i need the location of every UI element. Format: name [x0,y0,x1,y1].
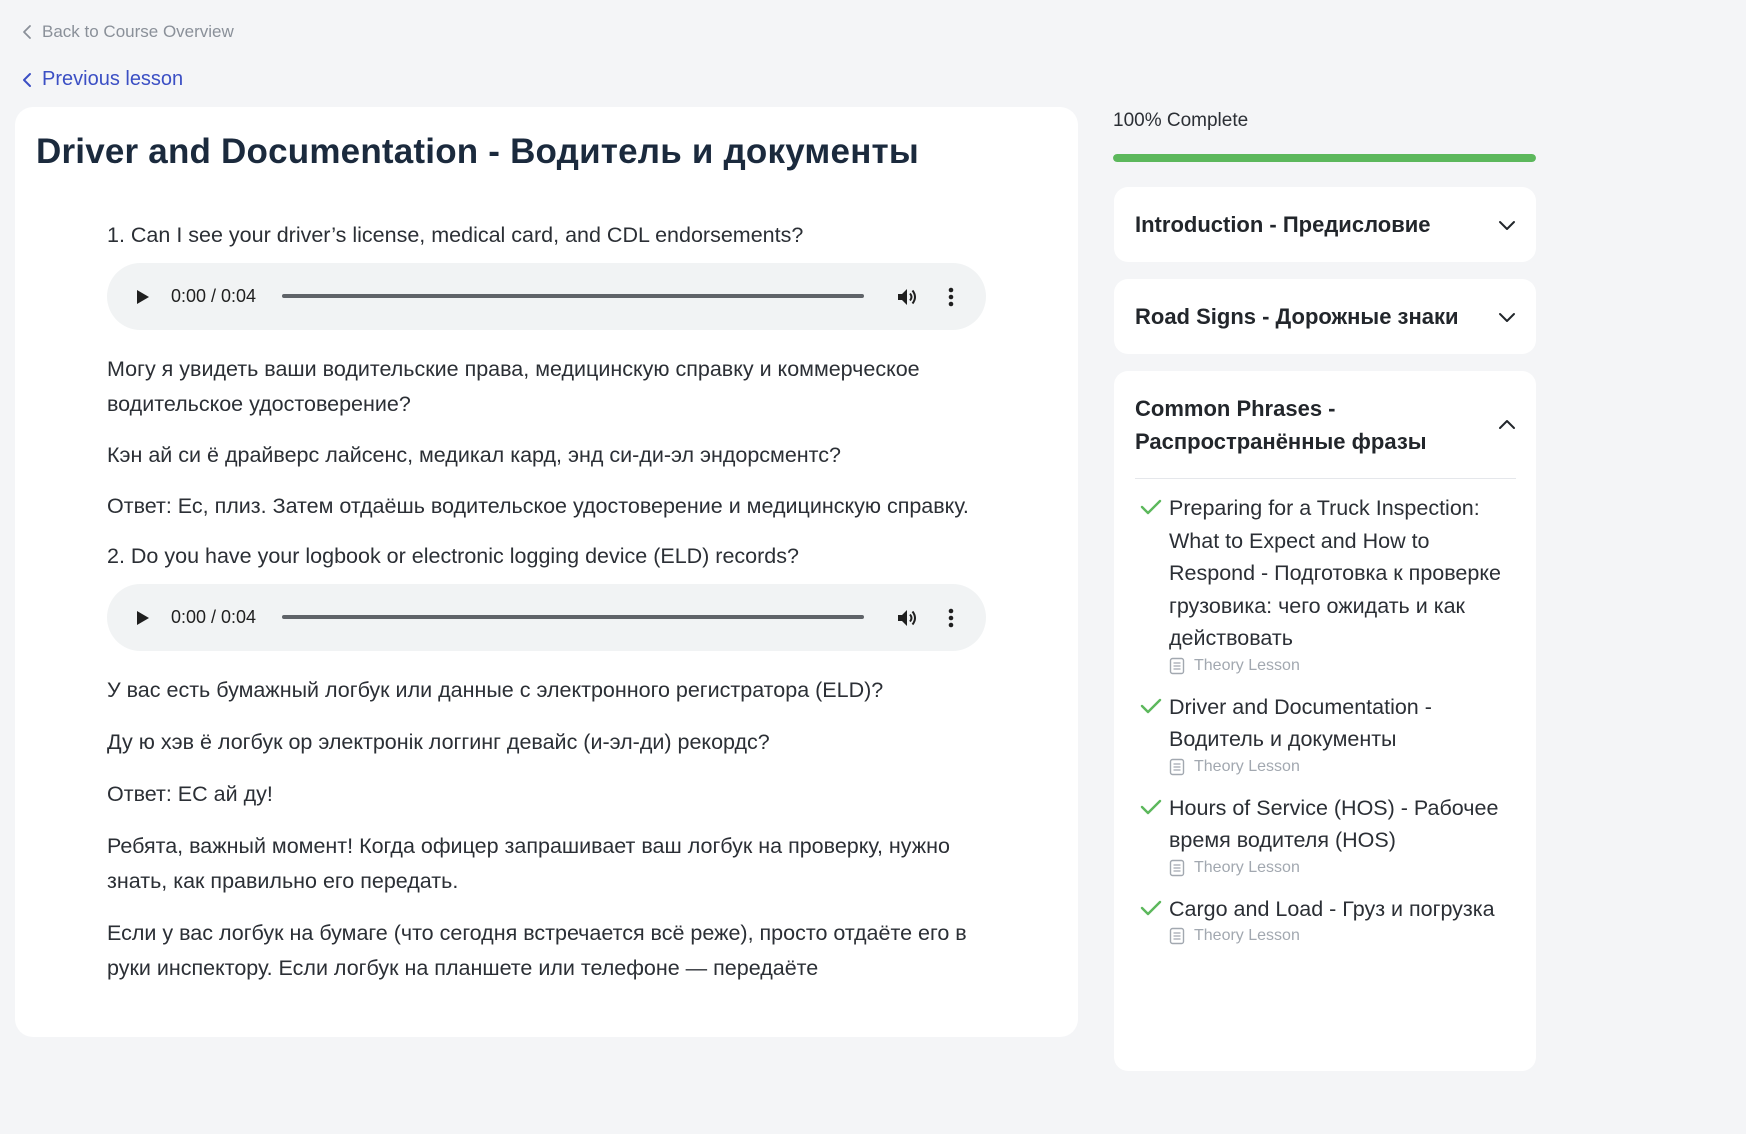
chevron-left-icon [23,25,31,39]
volume-icon[interactable] [895,285,919,309]
chevron-left-icon [23,72,31,87]
lesson-item-type: Theory Lesson [1194,858,1300,876]
back-to-course-link[interactable]: Back to Course Overview [22,22,234,42]
lesson-content: 1. Can I see your driver’s license, medi… [107,218,987,986]
chevron-up-icon [1499,419,1515,429]
paragraph: У вас есть бумажный логбук или данные с … [107,678,884,702]
lesson-item[interactable]: Preparing for a Truck Inspection: What t… [1114,492,1536,675]
more-options-icon[interactable] [945,285,957,309]
audio-seek-bar[interactable] [282,615,864,619]
check-icon [1140,499,1162,515]
chevron-down-icon [1499,220,1515,230]
paragraph: Кэн ай си ё драйверс лайсенс, медикал ка… [107,443,841,467]
lesson-item-type: Theory Lesson [1194,656,1300,674]
paragraph: Если у вас логбук на бумаге (что сегодня… [107,921,967,980]
lesson-item[interactable]: Driver and Documentation - Водитель и до… [1114,691,1536,776]
section-title: Introduction - Предисловие [1135,212,1431,237]
check-icon [1140,799,1162,814]
question-2: 2. Do you have your logbook or electroni… [107,544,799,568]
lesson-item[interactable]: Hours of Service (HOS) - Рабочее время в… [1114,792,1536,877]
lesson-title: Driver and Documentation - Водитель и до… [36,132,919,171]
audio-player[interactable]: 0:00 / 0:04 [107,584,986,651]
document-icon [1169,859,1185,876]
section-road-signs[interactable]: Road Signs - Дорожные знаки [1114,279,1536,354]
audio-time: 0:00 / 0:04 [171,286,257,306]
document-icon [1169,657,1185,674]
audio-player[interactable]: 0:00 / 0:04 [107,263,986,330]
question-1: 1. Can I see your driver’s license, medi… [107,223,804,247]
section-title: Road Signs - Дорожные знаки [1135,304,1459,329]
progress-bar [1113,154,1536,162]
check-icon [1140,698,1162,713]
paragraph: Ответ: Ес, плиз. Затем отдаёшь водительс… [107,494,969,518]
previous-lesson-link[interactable]: Previous lesson [22,68,183,91]
progress-fill [1113,154,1536,162]
paragraph: Ду ю хэв ё логбук ор электронік логгинг … [107,730,770,754]
previous-lesson-label: Previous lesson [42,68,184,90]
section-introduction[interactable]: Introduction - Предисловие [1114,187,1536,262]
paragraph: Могу я увидеть ваши водительские права, … [107,357,920,416]
lesson-item[interactable]: Cargo and Load - Груз и погрузка Theory … [1114,893,1536,946]
lesson-item-title: Driver and Documentation - Водитель и до… [1169,694,1432,752]
section-title: Common Phrases - Распространённые фразы [1135,395,1427,454]
lesson-item-type: Theory Lesson [1194,757,1300,775]
section-header[interactable]: Common Phrases - Распространённые фразы [1114,371,1536,478]
progress-label: 100% Complete [1113,110,1249,131]
paragraph: Ребята, важный момент! Когда офицер запр… [107,834,951,893]
audio-seek-bar[interactable] [282,294,864,298]
lesson-item-type: Theory Lesson [1194,927,1300,944]
document-icon [1169,758,1185,775]
more-options-icon[interactable] [945,606,957,630]
lesson-item-title: Cargo and Load - Груз и погрузка [1169,896,1495,921]
lesson-item-title: Hours of Service (HOS) - Рабочее время в… [1169,795,1499,853]
lesson-item-title: Preparing for a Truck Inspection: What t… [1169,496,1501,650]
audio-time: 0:00 / 0:04 [171,607,257,627]
section-common-phrases: Common Phrases - Распространённые фразы … [1114,371,1536,1071]
back-to-course-label: Back to Course Overview [42,22,234,41]
document-icon [1169,927,1185,945]
paragraph: Ответ: ЕС ай ду! [107,782,273,806]
play-icon[interactable] [133,288,151,306]
check-icon [1140,900,1162,915]
play-icon[interactable] [133,609,151,627]
chevron-down-icon [1499,312,1515,322]
volume-icon[interactable] [895,606,919,630]
